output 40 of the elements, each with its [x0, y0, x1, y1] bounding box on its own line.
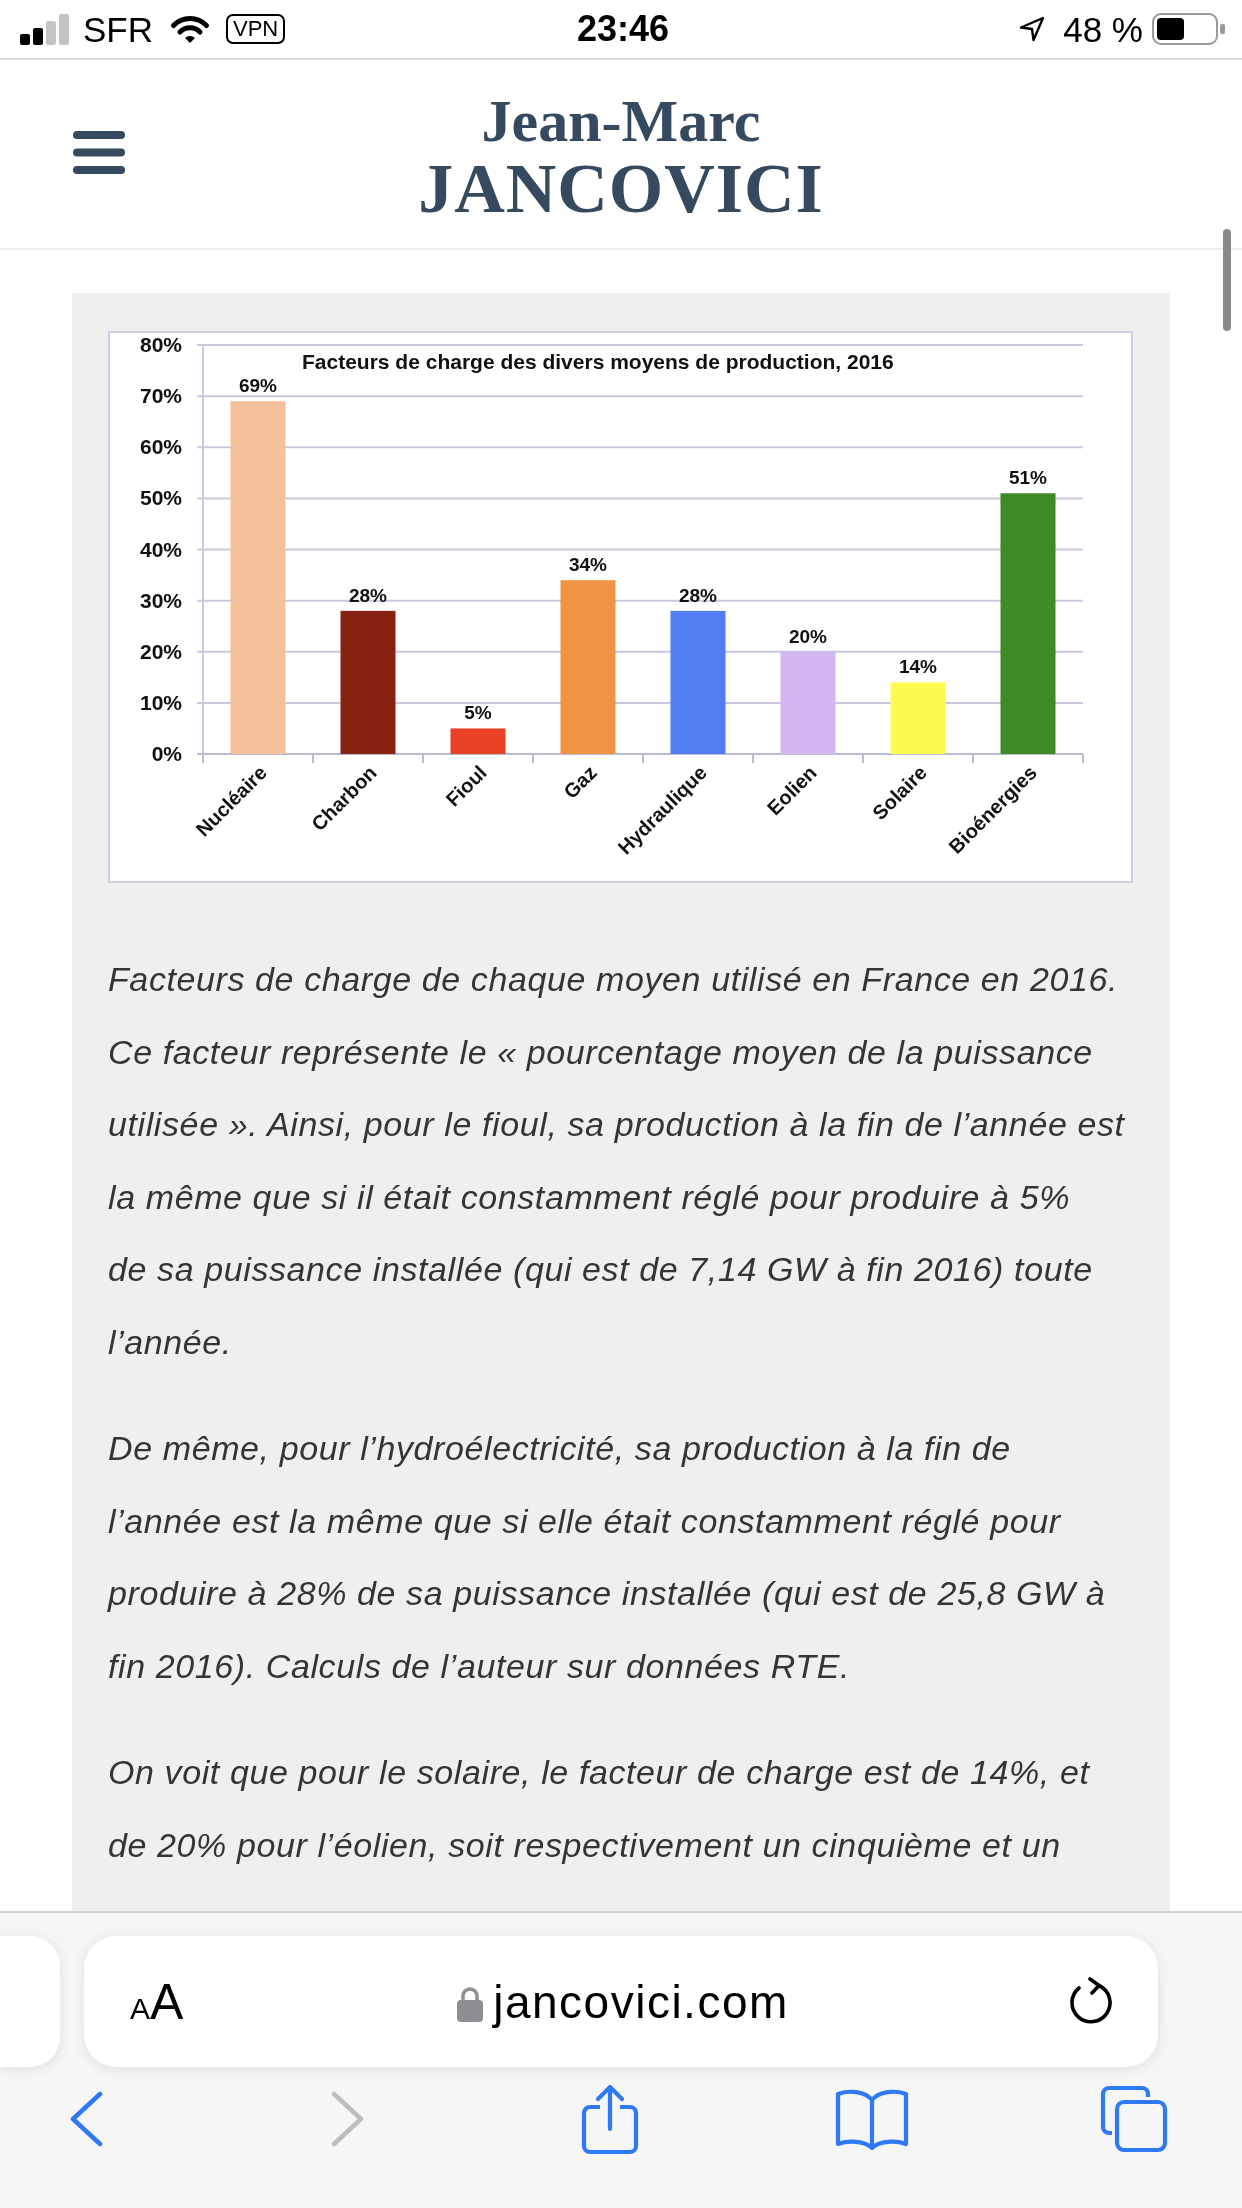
value-label: 34% — [569, 554, 607, 576]
clock-time: 23:46 — [576, 11, 670, 47]
menu-icon[interactable] — [73, 130, 125, 174]
value-label: 28% — [679, 584, 717, 606]
vpn-badge: VPN — [226, 13, 286, 45]
chevron-left-icon[interactable] — [69, 2091, 103, 2147]
open-book-icon[interactable] — [835, 2088, 909, 2150]
article-paragraph: Facteurs de charge de chaque moyen utilisé en France en 2016. Ce facteur représente le « pourcentage moyen de la puissance utilisée ». Ainsi, pour le fioul, sa production à la fin de l’année est la même que si il était constamment réglé pour produire à 5% de sa puissance installée (qui est de 7,14 GW à fin 2016) toute l’année. — [108, 959, 1126, 1363]
y-tick-label: 30% — [139, 588, 182, 612]
article-paragraph: On voit que pour le solaire, le facteur de charge est de 14%, et de 20% pour l’éolien, soit respectivement un cinquième et un — [108, 1752, 1091, 1866]
y-tick-label: 20% — [139, 639, 182, 663]
location-arrow-icon — [1019, 16, 1046, 42]
lock-icon — [457, 1985, 484, 2022]
battery-percentage: 48 % — [1063, 11, 1143, 47]
y-tick-label: 50% — [139, 486, 182, 510]
signal-icon — [20, 13, 70, 45]
value-label: 5% — [464, 702, 492, 724]
y-tick-label: 70% — [139, 384, 182, 408]
chart-title: Facteurs de charge des divers moyens de production, 2016 — [302, 350, 894, 373]
address-bar[interactable]: AA jancovici.com — [84, 1936, 1158, 2067]
value-label: 69% — [239, 375, 277, 397]
wifi-icon — [168, 14, 212, 44]
value-label: 20% — [789, 625, 827, 647]
site-logo-name[interactable]: Jean-Marc — [481, 90, 761, 152]
share-icon[interactable] — [581, 2083, 639, 2155]
value-label: 51% — [1009, 467, 1047, 489]
y-tick-label: 60% — [139, 435, 182, 459]
y-tick-label: 0% — [151, 742, 182, 765]
y-tick-label: 10% — [139, 690, 182, 714]
y-tick-label: 40% — [139, 537, 182, 561]
battery-icon — [1152, 13, 1226, 45]
category-label: Gaz — [559, 761, 601, 803]
value-label: 28% — [349, 584, 387, 606]
text-size-button[interactable]: AA — [130, 1976, 184, 2027]
article-paragraph: De même, pour l’hydroélectricité, sa production à la fin de l’année est la même que si elle était constamment réglé pour produire à 28% de sa puissance installée (qui est de 25,8 GW à fin 2016). Calculs de l’auteur sur données RTE. — [108, 1428, 1107, 1687]
value-label: 14% — [899, 656, 937, 678]
tabs-icon[interactable] — [1100, 2085, 1168, 2153]
y-tick-label: 80% — [139, 333, 182, 356]
site-logo-surname[interactable]: JANCOVICI — [418, 152, 824, 226]
carrier-name: SFR — [83, 11, 153, 47]
